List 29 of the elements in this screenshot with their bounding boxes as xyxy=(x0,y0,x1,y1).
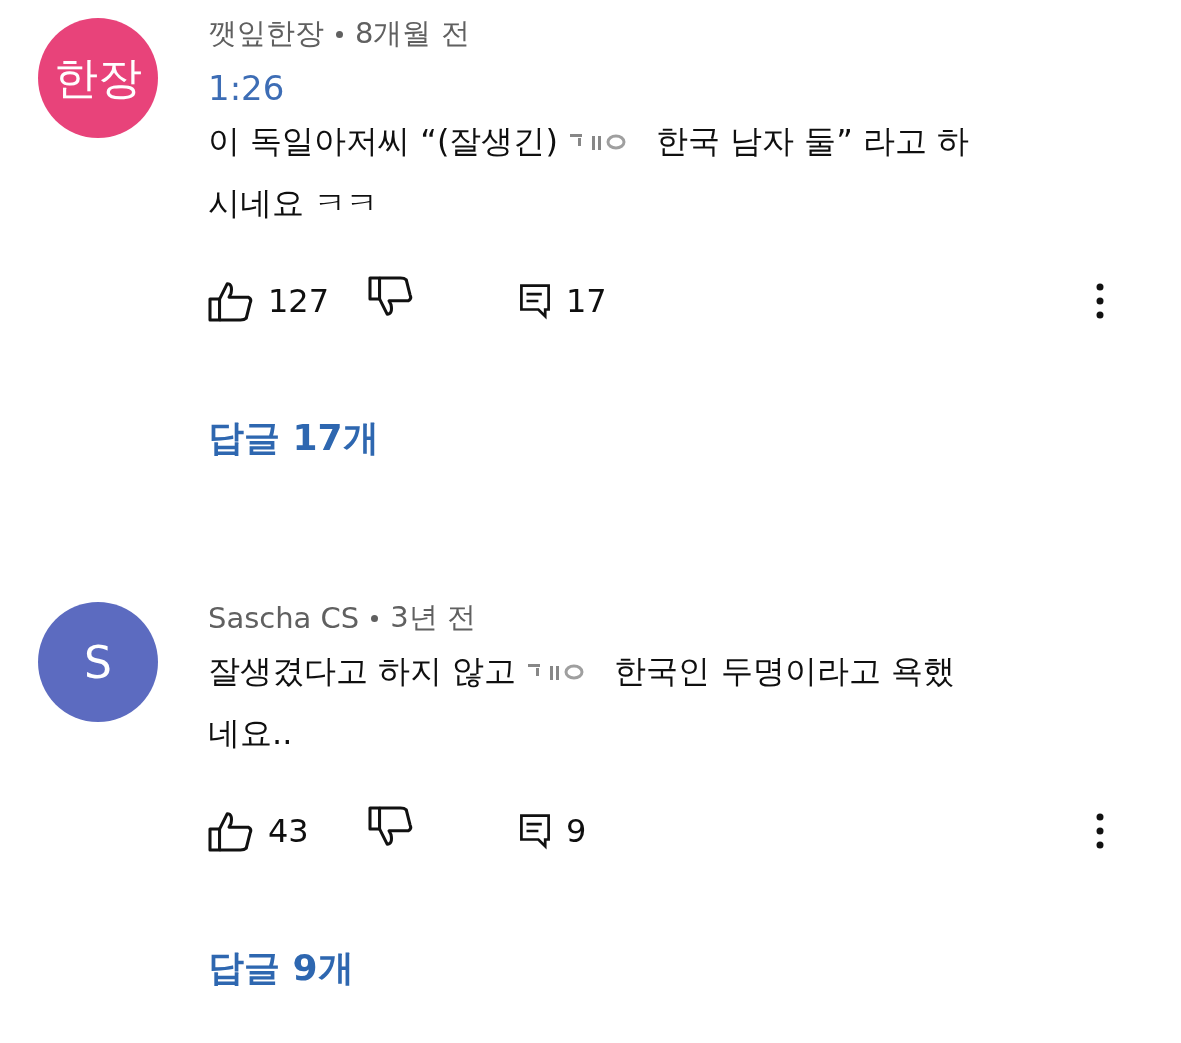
reply-count-button[interactable]: 9 xyxy=(518,812,587,850)
comment-icon[interactable] xyxy=(518,282,552,320)
more-options-icon[interactable] xyxy=(1096,813,1104,849)
comment-icon[interactable] xyxy=(518,812,552,850)
comment-text: 한국 남자 둘” 라고 하 xyxy=(655,122,970,160)
thumbs-down-icon[interactable] xyxy=(368,806,414,848)
timestamp-link[interactable]: 1:26 xyxy=(208,68,285,108)
comment-age: 3년 전 xyxy=(390,599,476,636)
comment-text: 이 독일아저씨 “(잘생긴) xyxy=(208,122,558,160)
separator-dot xyxy=(336,30,343,38)
more-options-icon[interactable] xyxy=(1096,283,1104,319)
author-name: 깻잎한장 xyxy=(208,15,324,52)
like-button[interactable]: 43 xyxy=(208,810,368,852)
author-name: Sascha CS xyxy=(208,601,360,635)
reply-count-button[interactable]: 17 xyxy=(518,282,607,320)
comment-text: 잘생겼다고 하지 않고 xyxy=(208,652,517,690)
thumbs-down-icon[interactable] xyxy=(368,276,414,318)
replies-link[interactable]: 답글 9개 xyxy=(208,944,354,993)
like-button[interactable]: 127 xyxy=(208,280,368,322)
comment-age: 8개월 전 xyxy=(355,15,470,52)
avatar[interactable]: 한장 xyxy=(38,18,158,138)
separator-dot xyxy=(371,614,379,622)
replies-link[interactable]: 답글 17개 xyxy=(208,414,379,463)
comment-text: 시네요 ㅋㅋ xyxy=(208,184,379,222)
comment-text: 한국인 두명이라고 욕했 xyxy=(614,652,955,690)
thumbs-up-icon[interactable] xyxy=(208,810,254,852)
avatar[interactable]: S xyxy=(38,602,158,722)
comment-text: 네요.. xyxy=(208,714,293,752)
thumbs-up-icon[interactable] xyxy=(208,280,254,322)
